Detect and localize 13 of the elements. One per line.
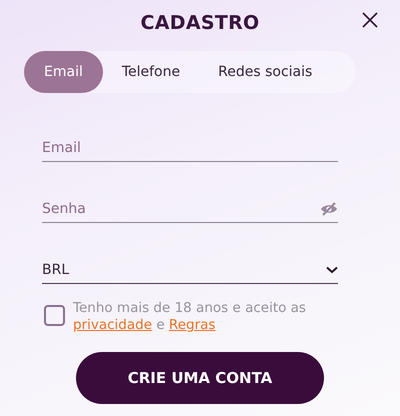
close-icon[interactable] bbox=[362, 12, 378, 28]
tab[interactable]: Email bbox=[24, 51, 103, 93]
hidden-eye-icon[interactable] bbox=[320, 202, 338, 216]
currency-select[interactable]: BRL bbox=[42, 257, 338, 284]
terms-text: Tenho mais de 18 anos e aceito as privacidade e Regras bbox=[73, 300, 307, 334]
tab[interactable]: Telefone bbox=[102, 51, 200, 93]
input-field[interactable]: Senha bbox=[42, 201, 320, 217]
create-account-button[interactable]: CRIE UMA CONTA bbox=[76, 352, 324, 404]
dialog-title: CADASTRO bbox=[140, 12, 260, 34]
chevron-down-icon[interactable] bbox=[326, 266, 338, 274]
tab[interactable]: Redes sociais bbox=[199, 51, 332, 93]
input-field[interactable]: Email bbox=[42, 140, 338, 156]
checkbox[interactable] bbox=[44, 305, 65, 326]
